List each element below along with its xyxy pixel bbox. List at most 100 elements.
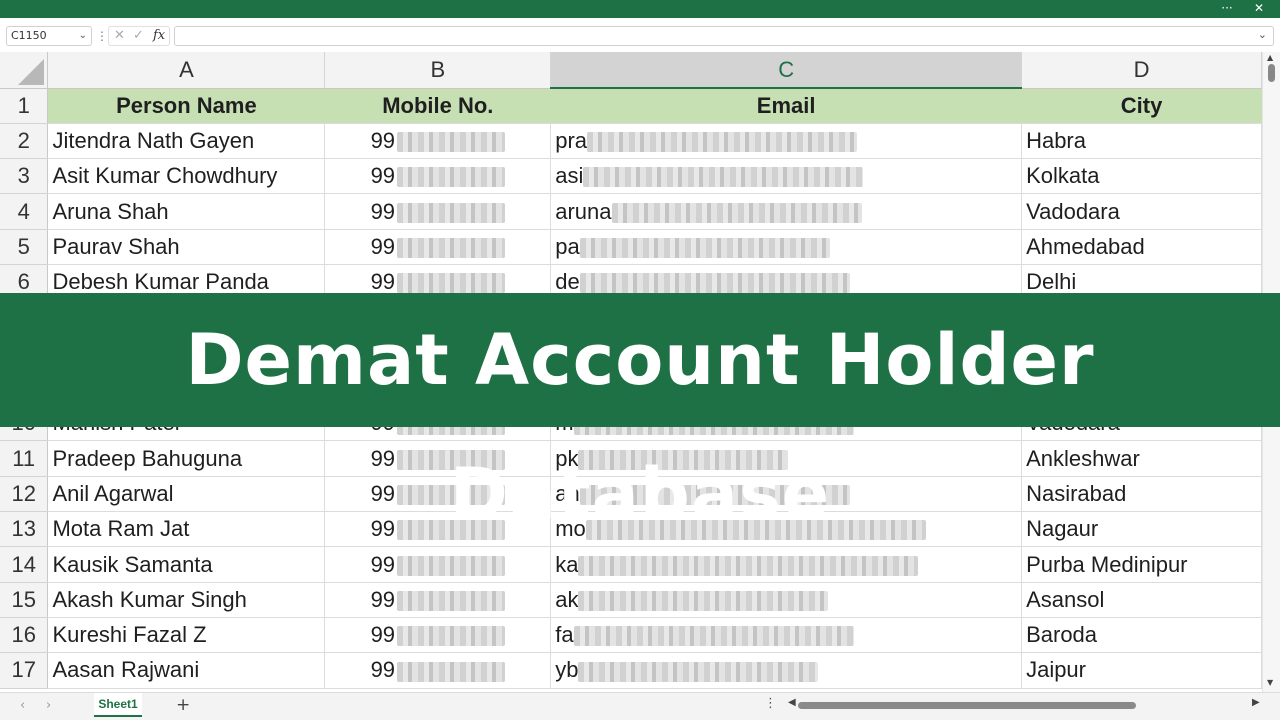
name-box[interactable]: C1150 ⌄ (6, 26, 92, 46)
city-cell[interactable]: Nasirabad (1021, 476, 1262, 513)
select-all-button[interactable] (0, 52, 49, 89)
horizontal-scroll-thumb[interactable] (798, 702, 1136, 709)
name-cell[interactable]: Aasan Rajwani (47, 652, 326, 689)
tab-splitter-icon[interactable]: ⋮ (764, 696, 777, 711)
scroll-down-icon[interactable]: ▼ (1267, 678, 1273, 687)
column-header-b[interactable]: B (324, 52, 552, 89)
column-header-c[interactable]: C (550, 52, 1023, 89)
header-cell-mobile[interactable]: Mobile No. (324, 88, 552, 124)
scroll-left-icon[interactable]: ◀ (788, 697, 796, 708)
row-header[interactable]: 14 (0, 546, 49, 583)
mobile-cell[interactable]: 99 (324, 582, 552, 618)
redacted-email (578, 590, 829, 611)
email-cell[interactable]: ak (550, 582, 1023, 618)
mobile-prefix: 99 (370, 551, 396, 577)
city-cell[interactable]: Asansol (1021, 582, 1262, 618)
email-prefix: pa (555, 233, 580, 259)
redacted-digits (397, 202, 506, 223)
table-row: 2 Jitendra Nath Gayen 99 pra Habra (0, 123, 1262, 160)
redacted-digits (397, 132, 506, 153)
mobile-cell[interactable]: 99 (324, 617, 552, 654)
email-cell[interactable]: fa (550, 617, 1023, 654)
row-header[interactable]: 1 (0, 88, 49, 124)
mobile-prefix: 99 (370, 622, 396, 648)
name-cell[interactable]: Kureshi Fazal Z (47, 617, 326, 654)
sheet-tab-sheet1[interactable]: Sheet1 (94, 693, 142, 717)
mobile-prefix: 99 (370, 657, 396, 683)
city-cell[interactable]: Habra (1021, 123, 1262, 160)
row-header[interactable]: 13 (0, 511, 49, 548)
add-sheet-button[interactable]: + (176, 695, 190, 715)
mobile-cell[interactable]: 99 (324, 652, 552, 689)
next-sheet-icon[interactable]: › (46, 698, 51, 713)
enter-icon[interactable]: ✓ (133, 28, 144, 43)
formula-bar-grip-icon[interactable]: ⋮ (96, 29, 108, 43)
name-cell[interactable]: Mota Ram Jat (47, 511, 326, 548)
mobile-prefix: 99 (370, 198, 396, 224)
row-header[interactable]: 16 (0, 617, 49, 654)
redacted-email (611, 202, 862, 223)
city-cell[interactable]: Vadodara (1021, 193, 1262, 230)
row-header[interactable]: 3 (0, 158, 49, 195)
city-cell[interactable]: Ahmedabad (1021, 229, 1262, 265)
email-cell[interactable]: yb (550, 652, 1023, 689)
banner-title: Demat Account Holder Database (185, 319, 1095, 535)
expand-formula-icon[interactable]: ⌄ (1258, 28, 1267, 41)
city-cell[interactable]: Ankleshwar (1021, 440, 1262, 477)
email-cell[interactable]: pra (550, 123, 1023, 160)
column-header-d[interactable]: D (1021, 52, 1262, 89)
mobile-prefix: 99 (370, 163, 396, 189)
mobile-cell[interactable]: 99 (324, 229, 552, 265)
scroll-up-icon[interactable]: ▲ (1267, 53, 1273, 62)
header-cell-email[interactable]: Email (550, 88, 1023, 124)
name-cell[interactable]: Anil Agarwal (47, 476, 326, 513)
name-cell[interactable]: Akash Kumar Singh (47, 582, 326, 618)
email-cell[interactable]: aruna (550, 193, 1023, 230)
email-cell[interactable]: pa (550, 229, 1023, 265)
name-cell[interactable]: Aruna Shah (47, 193, 326, 230)
name-cell[interactable]: Jitendra Nath Gayen (47, 123, 326, 160)
city-cell[interactable]: Nagaur (1021, 511, 1262, 548)
row-header[interactable]: 17 (0, 652, 49, 689)
vertical-scroll-thumb[interactable] (1268, 64, 1275, 82)
row-header[interactable]: 15 (0, 582, 49, 618)
formula-bar: C1150 ⌄ ⋮ ✕ ✓ fx ⌄ (0, 24, 1280, 48)
city-cell[interactable]: Purba Medinipur (1021, 546, 1262, 583)
name-cell[interactable]: Paurav Shah (47, 229, 326, 265)
row-header[interactable]: 11 (0, 440, 49, 477)
row-header[interactable]: 12 (0, 476, 49, 513)
chevron-down-icon[interactable]: ⌄ (79, 27, 87, 45)
redacted-email (579, 273, 850, 294)
name-cell[interactable]: Pradeep Bahuguna (47, 440, 326, 477)
table-row: 16 Kureshi Fazal Z 99 fa Baroda (0, 617, 1262, 654)
table-row: 5 Paurav Shah 99 pa Ahmedabad (0, 229, 1262, 265)
city-cell[interactable]: Baroda (1021, 617, 1262, 654)
table-row: 4 Aruna Shah 99 aruna Vadodara (0, 193, 1262, 230)
previous-sheet-icon[interactable]: ‹ (20, 698, 25, 713)
redacted-digits (397, 590, 506, 611)
name-cell[interactable]: Asit Kumar Chowdhury (47, 158, 326, 195)
formula-input[interactable]: ⌄ (174, 26, 1274, 46)
table-row: 3 Asit Kumar Chowdhury 99 asi Kolkata (0, 158, 1262, 195)
mobile-prefix: 99 (370, 516, 396, 542)
mobile-cell[interactable]: 99 (324, 158, 552, 195)
redacted-email (573, 626, 854, 647)
email-cell[interactable]: asi (550, 158, 1023, 195)
header-cell-person-name[interactable]: Person Name (47, 88, 326, 124)
mobile-cell[interactable]: 99 (324, 123, 552, 160)
city-cell[interactable]: Kolkata (1021, 158, 1262, 195)
insert-function-icon[interactable]: fx (153, 28, 165, 43)
more-options-icon[interactable]: ··· (1212, 0, 1242, 18)
column-header-a[interactable]: A (47, 52, 326, 89)
city-cell[interactable]: Jaipur (1021, 652, 1262, 689)
horizontal-scrollbar[interactable]: ◀ ▶ (788, 697, 1264, 711)
cancel-icon[interactable]: ✕ (114, 28, 125, 43)
mobile-cell[interactable]: 99 (324, 193, 552, 230)
scroll-right-icon[interactable]: ▶ (1252, 697, 1260, 708)
header-cell-city[interactable]: City (1021, 88, 1262, 124)
name-cell[interactable]: Kausik Samanta (47, 546, 326, 583)
row-header[interactable]: 4 (0, 193, 49, 230)
close-icon[interactable]: ✕ (1244, 0, 1274, 18)
row-header[interactable]: 2 (0, 123, 49, 160)
row-header[interactable]: 5 (0, 229, 49, 265)
